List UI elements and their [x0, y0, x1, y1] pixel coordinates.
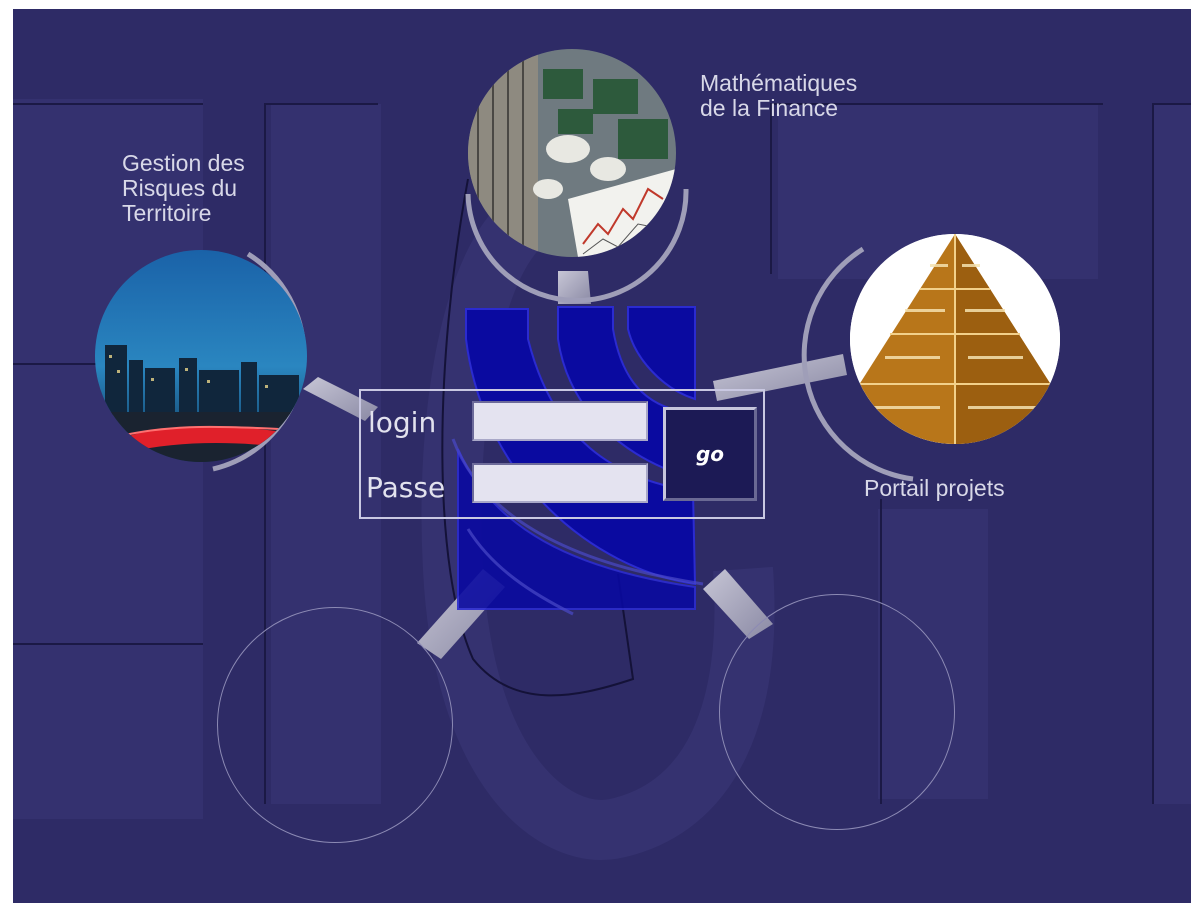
- passe-label: Passe: [366, 471, 446, 504]
- mathematiques-finance-link[interactable]: [468, 49, 676, 257]
- finance-label-line: de la Finance: [700, 95, 839, 121]
- go-button[interactable]: go: [663, 407, 757, 501]
- passe-input[interactable]: [472, 463, 648, 503]
- finance-label-line: Mathématiques: [700, 70, 858, 96]
- login-label: login: [368, 406, 437, 439]
- gestion-label-line: Gestion des: [122, 150, 245, 176]
- trading-floor-image: [468, 49, 676, 257]
- gestion-label-line: Risques du: [122, 175, 238, 201]
- gestion-risques-label[interactable]: Gestion des Risques du Territoire: [122, 151, 245, 226]
- pyramid-image: [850, 234, 1060, 444]
- portail-projets-link[interactable]: [850, 234, 1060, 444]
- gestion-risques-link[interactable]: [95, 250, 307, 462]
- page-canvas: Gestion des Risques du Territoire Mathém…: [13, 9, 1191, 903]
- gestion-label-line: Territoire: [122, 200, 212, 226]
- portail-projets-label[interactable]: Portail projets: [864, 476, 1005, 501]
- empty-circle-right[interactable]: [719, 594, 955, 830]
- empty-circle-left[interactable]: [217, 607, 453, 843]
- city-night-image: [95, 250, 307, 462]
- login-input[interactable]: [472, 401, 648, 441]
- mathematiques-finance-label[interactable]: Mathématiques de la Finance: [700, 71, 857, 121]
